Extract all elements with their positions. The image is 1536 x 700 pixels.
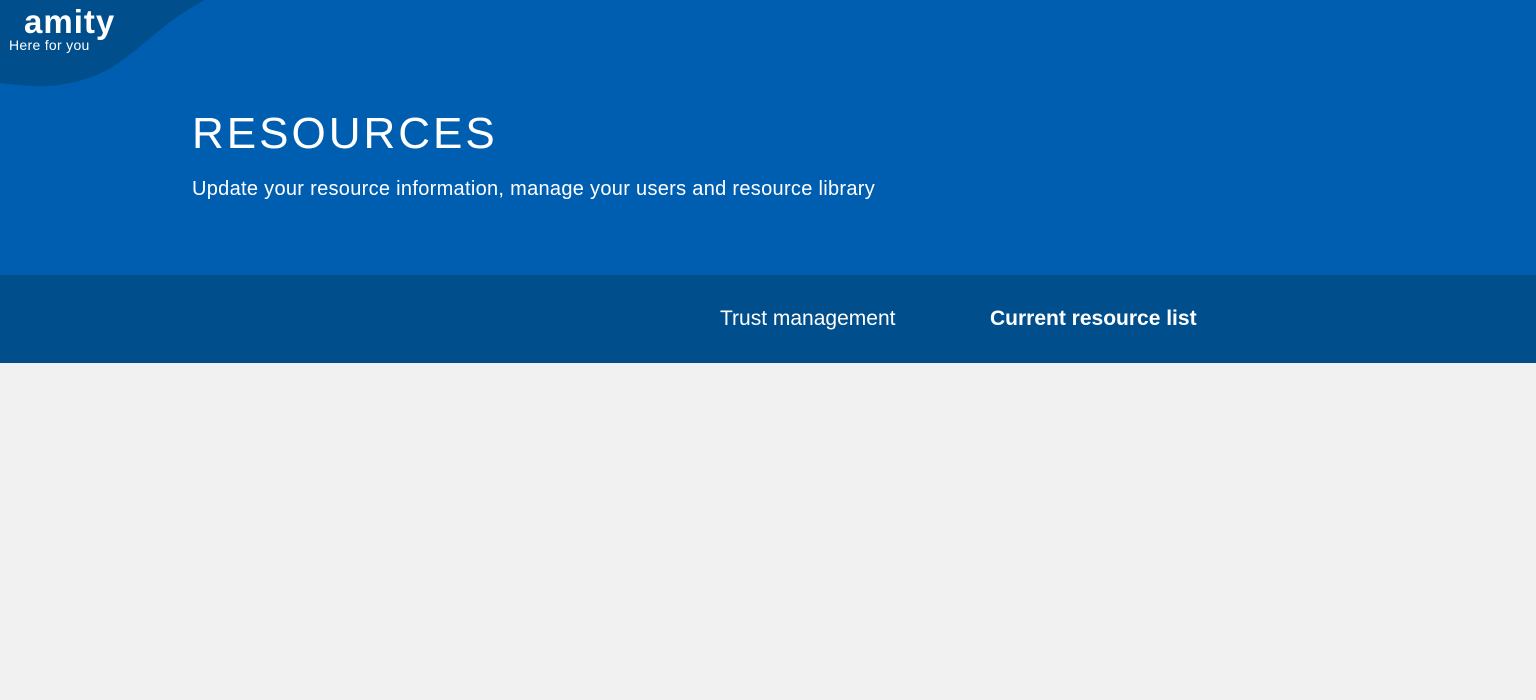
tab-bar: Trust management Current resource list [0, 275, 1536, 363]
page-header: amity Here for you RESOURCES Update your… [0, 0, 1536, 275]
page-subtitle: Update your resource information, manage… [192, 178, 876, 200]
main-content [0, 363, 1536, 700]
tab-current-resource-list[interactable]: Current resource list [990, 305, 1197, 333]
logo-wordmark: amity [24, 3, 116, 40]
page-title: RESOURCES [192, 109, 498, 158]
logo-tagline: Here for you [9, 37, 90, 53]
tab-trust-management[interactable]: Trust management [720, 305, 895, 333]
